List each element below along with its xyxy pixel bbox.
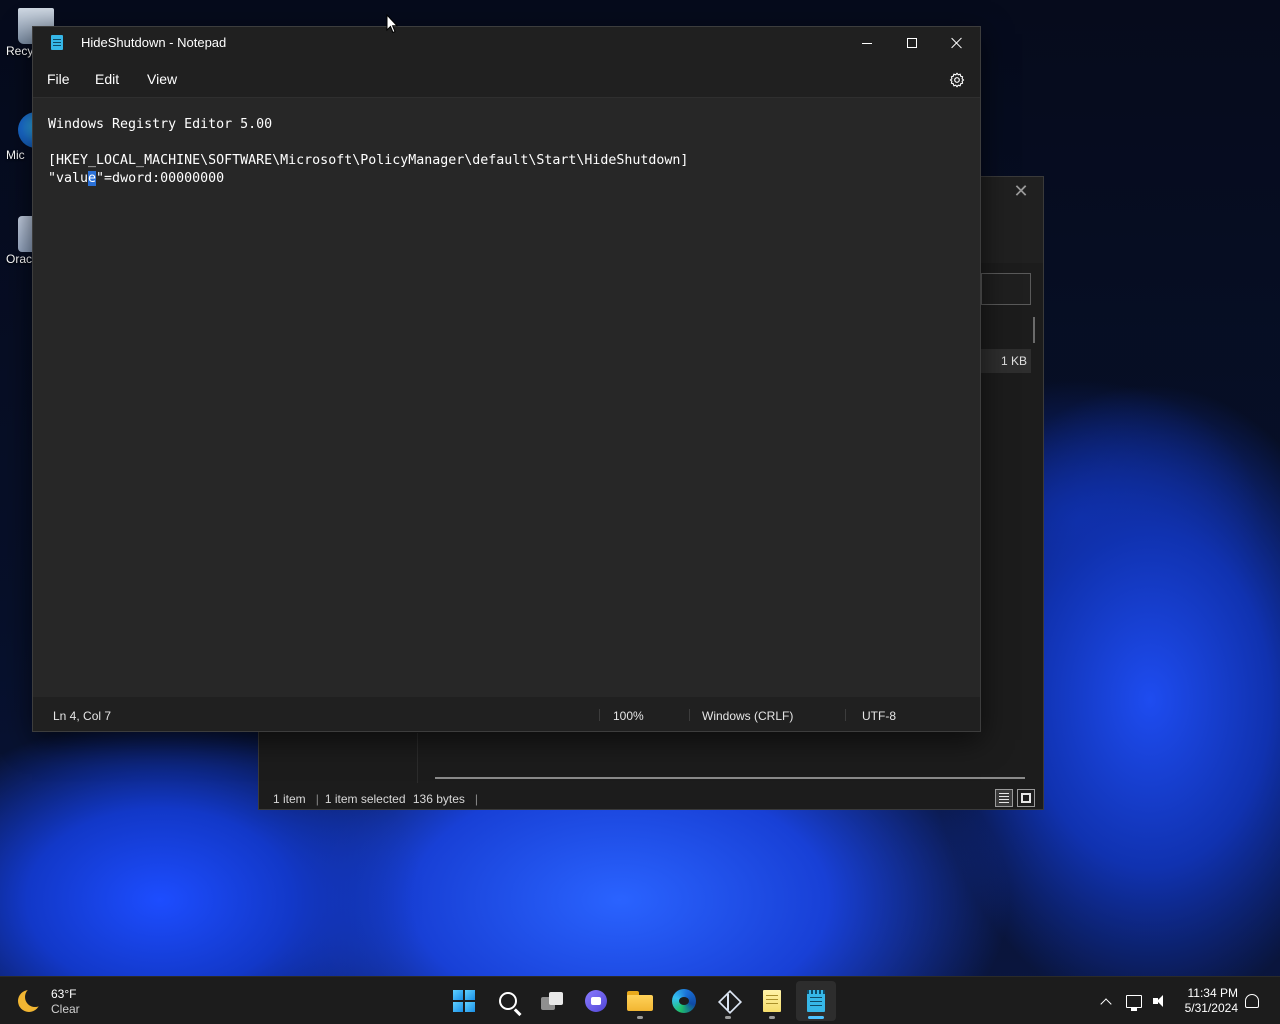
running-indicator <box>725 1016 731 1019</box>
status-divider <box>845 709 846 721</box>
notes-icon <box>763 990 781 1012</box>
cursor-position: Ln 4, Col 7 <box>53 709 112 723</box>
editor-line: [HKEY_LOCAL_MACHINE\SOFTWARE\Microsoft\P… <box>48 153 689 168</box>
title-bar[interactable]: HideShutdown - Notepad <box>33 27 980 59</box>
taskbar: 63°F Clear 11:34 PM 5/31/2024 <box>0 976 1280 1024</box>
weather-temperature: 63°F <box>51 987 77 1001</box>
large-icons-view-button[interactable] <box>1017 789 1035 807</box>
details-view-icon <box>999 793 1009 803</box>
taskbar-notepad-button[interactable] <box>796 981 836 1021</box>
status-separator: | <box>315 792 319 806</box>
item-count: 1 item <box>273 792 306 806</box>
minimize-icon <box>862 42 872 44</box>
taskbar-notes-button[interactable] <box>752 981 792 1021</box>
menu-bar: File Edit View <box>33 59 980 97</box>
notification-icon <box>1245 994 1259 1008</box>
explorer-status-bar: 1 item | 1 item selected 136 bytes | <box>259 787 1043 809</box>
weather-condition: Clear <box>51 1002 80 1016</box>
maximize-button[interactable] <box>889 27 935 59</box>
taskbar-edge-button[interactable] <box>664 981 704 1021</box>
folder-icon <box>627 991 653 1011</box>
explorer-vertical-scrollbar[interactable] <box>1033 317 1035 343</box>
active-indicator <box>808 1016 824 1019</box>
minimize-button[interactable] <box>844 27 890 59</box>
running-indicator <box>637 1016 643 1019</box>
explorer-search-input[interactable] <box>981 273 1031 305</box>
encoding[interactable]: UTF-8 <box>862 709 896 723</box>
taskbar-start-button[interactable] <box>444 981 484 1021</box>
network-button[interactable] <box>1124 991 1144 1011</box>
text-editor[interactable]: Windows Registry Editor 5.00 [HKEY_LOCAL… <box>33 97 980 697</box>
windows-logo-icon <box>453 990 475 1012</box>
menu-file[interactable]: File <box>47 71 70 87</box>
cube-icon <box>717 990 739 1012</box>
search-icon <box>499 992 517 1010</box>
line-ending[interactable]: Windows (CRLF) <box>702 709 793 723</box>
maximize-icon <box>907 38 917 48</box>
network-icon <box>1126 994 1142 1011</box>
gear-icon <box>949 72 965 88</box>
taskbar-task-view-button[interactable] <box>532 981 572 1021</box>
notepad-window[interactable]: HideShutdown - Notepad File Edit View Wi… <box>32 26 981 732</box>
chat-icon <box>585 990 607 1012</box>
status-divider <box>599 709 600 721</box>
system-tray: 11:34 PM 5/31/2024 <box>1094 977 1280 1024</box>
volume-button[interactable] <box>1150 991 1170 1011</box>
edge-icon <box>672 989 696 1013</box>
chevron-up-icon <box>1100 997 1112 1010</box>
settings-button[interactable] <box>945 69 969 91</box>
navigation-pane-divider[interactable] <box>417 733 418 783</box>
details-view-button[interactable] <box>995 789 1013 807</box>
notepad-app-icon <box>51 35 63 50</box>
mouse-cursor-icon <box>386 14 398 34</box>
large-icons-view-icon <box>1021 793 1031 803</box>
clock-date: 5/31/2024 <box>1184 1001 1238 1015</box>
taskbar-virtualbox-button[interactable] <box>708 981 748 1021</box>
weather-widget[interactable]: 63°F Clear <box>18 985 108 1017</box>
close-icon <box>951 37 963 49</box>
zoom-level[interactable]: 100% <box>613 709 644 723</box>
selected-count: 1 item selected <box>324 792 406 806</box>
selected-size: 136 bytes <box>412 792 465 806</box>
task-view-icon <box>541 992 563 1010</box>
explorer-horizontal-scrollbar[interactable] <box>435 777 1025 779</box>
notifications-button[interactable] <box>1242 991 1262 1011</box>
show-hidden-icons-button[interactable] <box>1096 991 1116 1011</box>
taskbar-search-button[interactable] <box>488 981 528 1021</box>
notepad-status-bar: Ln 4, Col 7 100% Windows (CRLF) UTF-8 <box>33 697 980 731</box>
moon-icon <box>18 987 45 1012</box>
menu-view[interactable]: View <box>147 71 177 87</box>
editor-line: Windows Registry Editor 5.00 <box>48 117 273 132</box>
window-title: HideShutdown - Notepad <box>81 35 227 50</box>
text-selection: e <box>88 171 97 186</box>
clock[interactable]: 11:34 PM 5/31/2024 <box>1182 986 1238 1016</box>
close-button[interactable] <box>934 27 980 59</box>
running-indicator <box>769 1016 775 1019</box>
close-icon[interactable]: ✕ <box>1009 181 1033 202</box>
status-divider <box>689 709 690 721</box>
text-after-selection: "=dword:00000000 <box>96 171 225 186</box>
text-before-selection: "valu <box>48 171 89 186</box>
clock-time: 11:34 PM <box>1187 986 1238 1000</box>
taskbar-chat-button[interactable] <box>576 981 616 1021</box>
notepad-icon <box>807 990 825 1012</box>
editor-line-current: "value"=dword:00000000 <box>48 170 965 188</box>
status-separator: | <box>474 792 479 806</box>
menu-edit[interactable]: Edit <box>95 71 119 87</box>
volume-muted-icon <box>1153 995 1167 1007</box>
file-size-cell[interactable]: 1 KB <box>981 349 1031 373</box>
taskbar-file-explorer-button[interactable] <box>620 981 660 1021</box>
